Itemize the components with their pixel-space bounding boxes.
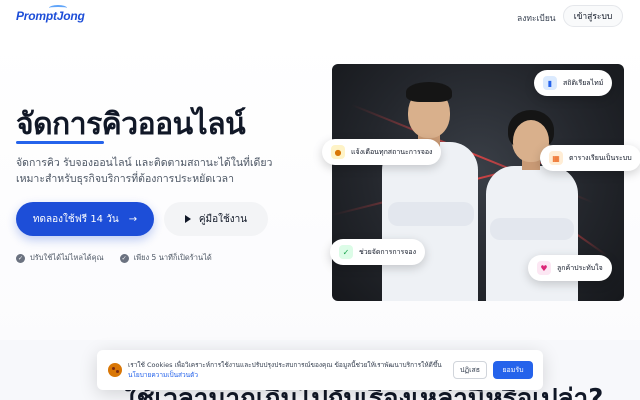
title-underline [16,141,104,144]
login-button[interactable]: เข้าสู่ระบบ [563,5,623,27]
feature-item: ✓ ปรับใช้ได้ไม่ไหลได้คุณ [16,252,104,264]
cookie-banner: เราใช้ Cookies เพื่อวิเคราะห์การใช้งานแล… [97,350,543,390]
guide-label: คู่มือใช้งาน [198,213,248,225]
cookie-accept-button[interactable]: ยอมรับ [493,361,533,379]
manage-booking-chip: ✓ ช่วยจัดการการจอง [330,239,426,265]
cookie-message: เราใช้ Cookies เพื่อวิเคราะห์การใช้งานแล… [128,360,443,380]
arrow-right-icon: → [128,213,138,225]
hero-subtitle-line-1: จัดการคิว รับจองออนไลน์ และติดตามสถานะได… [16,157,273,169]
heart-icon: ♥ [537,261,551,275]
calendar-icon: ▦ [549,151,563,165]
logo-text: PromptJong [16,9,85,23]
guide-button[interactable]: คู่มือใช้งาน [164,202,268,236]
chip-label: ลูกค้าประทับใจ [557,263,603,272]
check-icon: ✓ [119,253,129,263]
chip-label: แจ้งเตือนทุกสถานะการจอง [351,147,433,156]
chip-label: ตารางเรียนเป็นระบบ [569,153,632,162]
notification-chip: ● แจ้งเตือนทุกสถานะการจอง [322,139,442,165]
chip-label: สถิติเรียลไทม์ [563,78,604,87]
realtime-stats-chip: ▮ สถิติเรียลไทม์ [534,70,613,96]
play-icon [184,215,191,223]
feature-list: ✓ ปรับใช้ได้ไม่ไหลได้คุณ ✓ เพียง 5 นาทีก… [16,252,212,264]
bell-icon: ● [331,145,345,159]
logo-accent [49,5,67,11]
register-link[interactable]: ลงทะเบียน [517,11,556,25]
chip-label: ช่วยจัดการการจอง [359,247,417,256]
free-trial-label: ทดลองใช้ฟรี 14 วัน [32,213,119,225]
bar-chart-icon: ▮ [543,76,557,90]
cookie-icon [108,363,122,377]
hero-subtitle: จัดการคิว รับจองออนไลน์ และติดตามสถานะได… [16,155,306,187]
check-circle-icon: ✓ [339,245,353,259]
free-trial-button[interactable]: ทดลองใช้ฟรี 14 วัน → [16,202,154,236]
schedule-chip: ▦ ตารางเรียนเป็นระบบ [540,145,640,171]
cookie-decline-button[interactable]: ปฏิเสธ [453,361,487,379]
logo[interactable]: PromptJong [16,5,85,23]
check-icon: ✓ [16,253,25,263]
feature-item: ✓ เพียง 5 นาทีก็เปิดร้านได้ [119,252,212,264]
cookie-text: เราใช้ Cookies เพื่อวิเคราะห์การใช้งานแล… [128,361,442,369]
feature-label: ปรับใช้ได้ไม่ไหลได้คุณ [30,253,104,262]
hero-subtitle-line-2: เหมาะสำหรับธุรกิจบริการที่ต้องการประหยัด… [16,173,234,185]
feature-label: เพียง 5 นาทีก็เปิดร้านได้ [133,253,212,262]
privacy-policy-link[interactable]: นโยบายความเป็นส่วนตัว [128,371,198,379]
site-header: PromptJong ลงทะเบียน เข้าสู่ระบบ [0,0,640,34]
man-figure [376,74,486,301]
customer-satisfaction-chip: ♥ ลูกค้าประทับใจ [528,255,612,281]
